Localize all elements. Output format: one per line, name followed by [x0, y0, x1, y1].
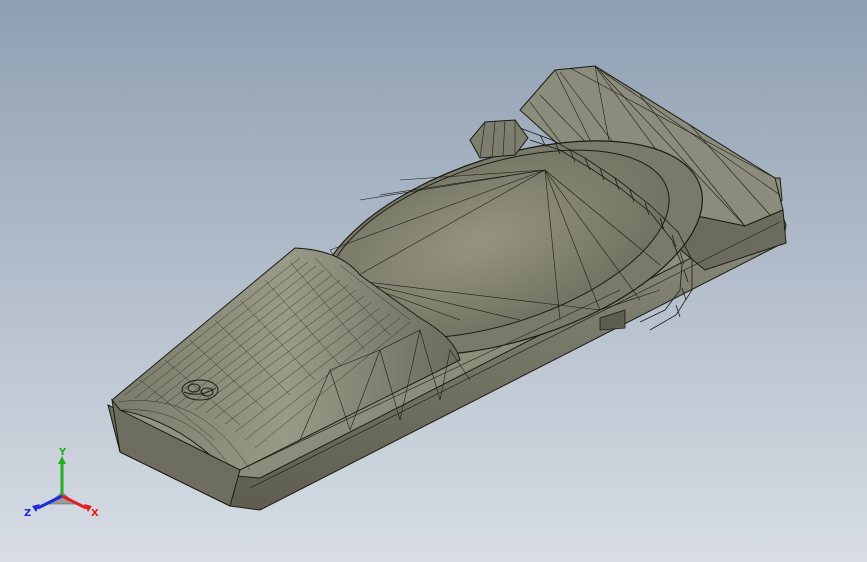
coordinate-triad: Y X Z: [24, 447, 99, 519]
graphics-viewport[interactable]: Y X Z: [0, 0, 867, 562]
triad-x-label: X: [91, 508, 99, 519]
triad-y-label: Y: [58, 447, 67, 458]
triad-z-label: Z: [24, 508, 31, 519]
model-scene[interactable]: [0, 0, 867, 562]
